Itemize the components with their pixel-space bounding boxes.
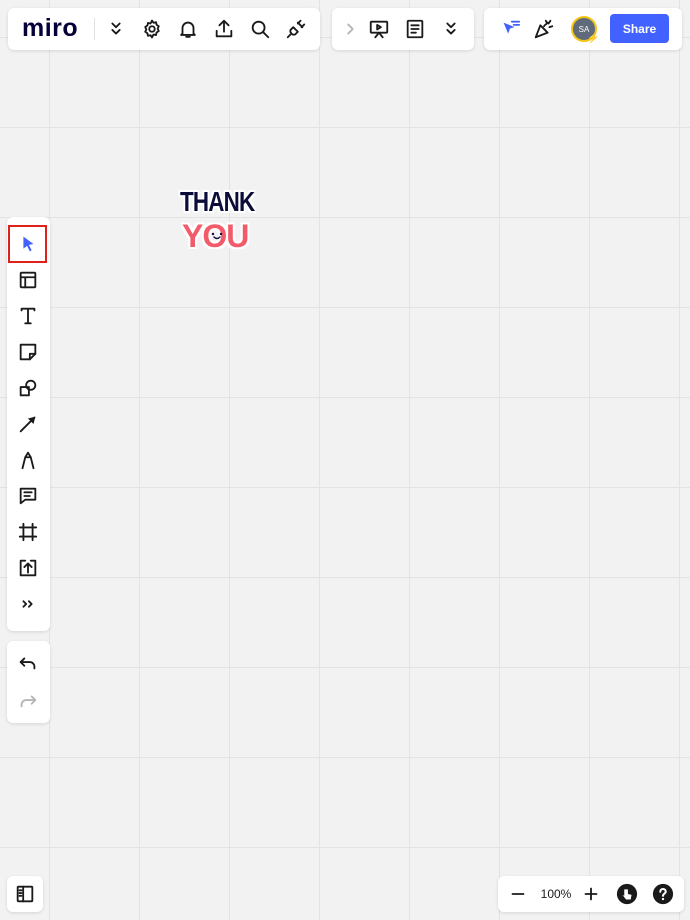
presentation-icon[interactable]	[363, 13, 395, 45]
zoom-out-icon[interactable]	[502, 878, 534, 910]
smiley-face-icon	[211, 232, 223, 240]
history-panel	[7, 641, 50, 723]
shapes-icon[interactable]	[12, 372, 44, 404]
zoom-controls: 100%	[498, 876, 684, 912]
connection-line-icon[interactable]	[12, 408, 44, 440]
collaboration-panel: SA ⚡ Share	[484, 8, 682, 50]
zoom-in-icon[interactable]	[575, 878, 607, 910]
presentation-panel	[332, 8, 474, 50]
celebrate-confetti-icon[interactable]	[528, 13, 560, 45]
comment-icon[interactable]	[12, 480, 44, 512]
integrations-plug-icon[interactable]	[280, 13, 312, 45]
templates-icon[interactable]	[12, 264, 44, 296]
more-tools-icon[interactable]	[12, 588, 44, 620]
undo-icon[interactable]	[12, 647, 44, 679]
upload-icon[interactable]	[12, 552, 44, 584]
collaborator-cursors-icon[interactable]	[494, 13, 526, 45]
chevron-right-icon[interactable]	[334, 13, 366, 45]
zoom-level[interactable]: 100%	[536, 887, 576, 901]
notes-document-icon[interactable]	[399, 13, 431, 45]
divider	[94, 18, 95, 40]
text-icon[interactable]	[12, 300, 44, 332]
sidebar-panel-icon[interactable]	[9, 878, 41, 910]
search-icon[interactable]	[244, 13, 276, 45]
sticky-note-icon[interactable]	[12, 336, 44, 368]
reactions-hand-icon[interactable]	[611, 878, 643, 910]
expand-more-icon[interactable]	[435, 13, 467, 45]
board-panel-toggle[interactable]	[7, 876, 43, 912]
share-button[interactable]: Share	[610, 14, 669, 43]
creation-toolbar	[7, 217, 50, 631]
expand-menu-icon[interactable]	[100, 13, 132, 45]
select-icon[interactable]	[12, 228, 44, 260]
help-icon[interactable]	[647, 878, 679, 910]
main-menu-panel: miro	[8, 8, 320, 50]
thank-you-sticker[interactable]: THANK YOU	[176, 184, 262, 264]
redo-icon[interactable]	[12, 685, 44, 717]
sticker-line-thank: THANK	[180, 186, 255, 217]
settings-icon[interactable]	[136, 13, 168, 45]
frame-icon[interactable]	[12, 516, 44, 548]
pen-icon[interactable]	[12, 444, 44, 476]
lightning-badge-icon: ⚡	[587, 33, 600, 44]
export-upload-icon[interactable]	[208, 13, 240, 45]
notifications-bell-icon[interactable]	[172, 13, 204, 45]
miro-logo[interactable]: miro	[22, 14, 78, 43]
